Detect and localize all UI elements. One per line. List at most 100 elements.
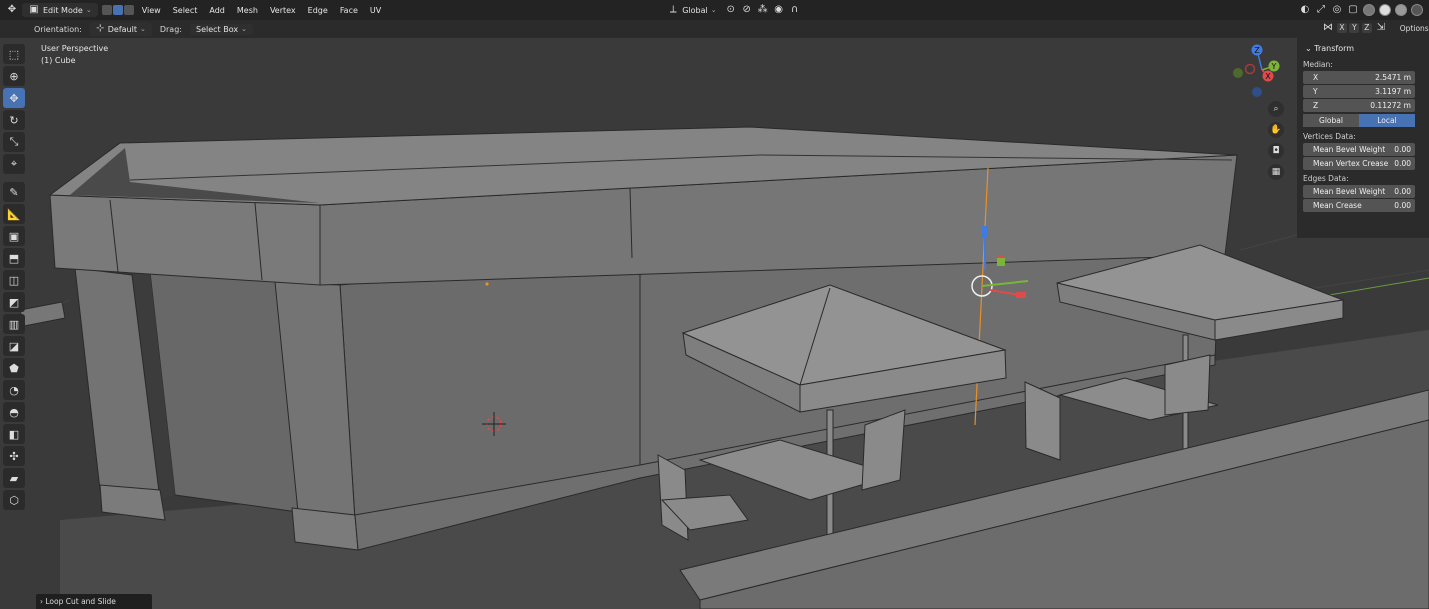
transform-icon[interactable]: ⌖ xyxy=(3,154,25,174)
edge-slide-icon[interactable]: ◧ xyxy=(3,424,25,444)
menu-select[interactable]: Select xyxy=(169,6,202,15)
chevron-down-icon: ⌄ xyxy=(241,25,247,33)
menu-view[interactable]: View xyxy=(138,6,165,15)
edge-select-icon[interactable] xyxy=(112,5,123,15)
mode-selector[interactable]: ▣ Edit Mode ⌄ xyxy=(22,3,98,17)
viewport-scene[interactable] xyxy=(0,38,1429,609)
smooth-icon[interactable]: ◓ xyxy=(3,402,25,422)
grid-toggle-icon[interactable]: ▦ xyxy=(1268,164,1284,180)
spin-icon[interactable]: ◔ xyxy=(3,380,25,400)
median-x-field[interactable]: X 2.5471 m xyxy=(1303,71,1415,84)
vertex-bevel-weight-field[interactable]: Mean Bevel Weight 0.00 xyxy=(1303,143,1415,156)
vertex-select-icon[interactable] xyxy=(101,5,112,15)
options-menu[interactable]: Options xyxy=(1400,24,1429,33)
menu-face[interactable]: Face xyxy=(336,6,362,15)
rendered-shading-icon[interactable] xyxy=(1411,4,1423,16)
tool-settings-bar: Orientation: ⊹ Default ⌄ Drag: Select Bo… xyxy=(0,20,1429,38)
edge-bevel-weight-field[interactable]: Mean Bevel Weight 0.00 xyxy=(1303,185,1415,198)
navigation-gizmo[interactable]: Z Y X xyxy=(1228,40,1284,104)
mirror-z-toggle[interactable]: Z xyxy=(1361,23,1372,33)
edge-crease-field[interactable]: Mean Crease 0.00 xyxy=(1303,199,1415,212)
poly-build-icon[interactable]: ⬟ xyxy=(3,358,25,378)
overlays-icon[interactable]: ◎ xyxy=(1331,4,1343,16)
select-box-icon[interactable]: ⬚ xyxy=(3,44,25,64)
orientation-setting-label: Orientation: xyxy=(34,24,82,34)
editor-type-icon[interactable]: ✥ xyxy=(6,4,18,16)
drag-dropdown[interactable]: Select Box ⌄ xyxy=(189,23,253,35)
panel-title: Transform xyxy=(1314,44,1355,53)
drag-setting-label: Drag: xyxy=(159,24,182,34)
selected-vertex[interactable] xyxy=(485,282,489,286)
pivot-point-icon[interactable]: ⊙ xyxy=(725,4,737,16)
orientation-value: Default xyxy=(107,24,137,34)
mirror-y-toggle[interactable]: Y xyxy=(1349,23,1360,33)
median-label: Median: xyxy=(1303,60,1333,69)
knife-icon[interactable]: ◪ xyxy=(3,336,25,356)
vertices-data-label: Vertices Data: xyxy=(1303,132,1356,141)
annotate-icon[interactable]: ✎ xyxy=(3,182,25,202)
snap-target-icon[interactable]: ⁂ xyxy=(757,4,769,16)
field-value: 0.00 xyxy=(1394,187,1411,196)
gizmo-z-label: Z xyxy=(1254,46,1260,55)
proportional-edit-icon[interactable]: ◉ xyxy=(773,4,785,16)
mirror-axis-toggles: X Y Z xyxy=(1337,23,1372,33)
camera-icon[interactable]: ◘ xyxy=(1268,143,1284,159)
zoom-icon[interactable]: ⌕ xyxy=(1268,101,1284,117)
orientation-label: Global xyxy=(682,5,708,15)
extrude-icon[interactable]: ⬒ xyxy=(3,248,25,268)
menu-add[interactable]: Add xyxy=(205,6,229,15)
menu-mesh[interactable]: Mesh xyxy=(233,6,262,15)
field-value: 0.00 xyxy=(1394,145,1411,154)
panel-header[interactable]: ⌄ Transform xyxy=(1297,38,1429,57)
mirror-icon[interactable]: ⋈ xyxy=(1322,22,1334,34)
material-shading-icon[interactable] xyxy=(1395,4,1407,16)
local-space-button[interactable]: Local xyxy=(1359,114,1415,127)
inset-icon[interactable]: ◫ xyxy=(3,270,25,290)
last-operator-panel[interactable]: › Loop Cut and Slide xyxy=(36,594,152,609)
field-value: 0.00 xyxy=(1394,159,1411,168)
chevron-down-icon: ⌄ xyxy=(85,6,92,14)
chair-4 xyxy=(1164,354,1211,416)
wireframe-shading-icon[interactable] xyxy=(1363,4,1375,16)
global-space-button[interactable]: Global xyxy=(1303,114,1359,127)
rip-region-icon[interactable]: ⬡ xyxy=(3,490,25,510)
menu-edge[interactable]: Edge xyxy=(304,6,332,15)
menu-vertex[interactable]: Vertex xyxy=(266,6,300,15)
add-cube-icon[interactable]: ▣ xyxy=(3,226,25,246)
median-y-field[interactable]: Y 3.1197 m xyxy=(1303,85,1415,98)
median-z-field[interactable]: Z 0.11272 m xyxy=(1303,99,1415,112)
vertex-crease-field[interactable]: Mean Vertex Crease 0.00 xyxy=(1303,157,1415,170)
orientation-dropdown[interactable]: ⊹ Default ⌄ xyxy=(89,22,152,36)
3d-viewport[interactable] xyxy=(0,38,1429,609)
measure-icon[interactable]: 📐 xyxy=(3,204,25,224)
auto-merge-icon[interactable]: ⇲ xyxy=(1375,22,1387,34)
left-pillar-base xyxy=(99,484,166,521)
xray-icon[interactable]: ▢ xyxy=(1347,4,1359,16)
scale-icon[interactable]: ⤡ xyxy=(3,132,25,152)
chevron-down-icon: ⌄ xyxy=(710,6,717,14)
snap-icon[interactable]: ⊘ xyxy=(741,4,753,16)
mirror-x-toggle[interactable]: X xyxy=(1337,23,1347,33)
gizmo-toggle-icon[interactable]: ⤢ xyxy=(1315,4,1327,16)
rotate-icon[interactable]: ↻ xyxy=(3,110,25,130)
chevron-down-icon: ⌄ xyxy=(139,25,146,33)
field-axis: Z xyxy=(1313,101,1319,110)
visibility-icon[interactable]: ◐ xyxy=(1299,4,1311,16)
header-bar: ✥ ▣ Edit Mode ⌄ View Select Add Mesh Ver… xyxy=(0,0,1429,20)
move-icon[interactable]: ✥ xyxy=(3,88,25,108)
transform-orientation-dropdown[interactable]: ⟂ Global ⌄ xyxy=(663,3,720,17)
face-select-icon[interactable] xyxy=(123,5,134,15)
menu-uv[interactable]: UV xyxy=(366,6,385,15)
bevel-icon[interactable]: ◩ xyxy=(3,292,25,312)
shrink-fatten-icon[interactable]: ✣ xyxy=(3,446,25,466)
solid-shading-icon[interactable] xyxy=(1379,4,1391,16)
field-axis: Y xyxy=(1313,87,1318,96)
cursor-icon[interactable]: ⊕ xyxy=(3,66,25,86)
drag-value: Select Box xyxy=(195,24,239,34)
loop-cut-icon[interactable]: ▥ xyxy=(3,314,25,334)
orientation-axes-icon: ⊹ xyxy=(96,23,105,34)
orientation-icon: ⟂ xyxy=(669,4,677,15)
falloff-icon[interactable]: ∩ xyxy=(789,4,801,16)
pan-hand-icon[interactable]: ✋ xyxy=(1268,122,1284,138)
shear-icon[interactable]: ▰ xyxy=(3,468,25,488)
